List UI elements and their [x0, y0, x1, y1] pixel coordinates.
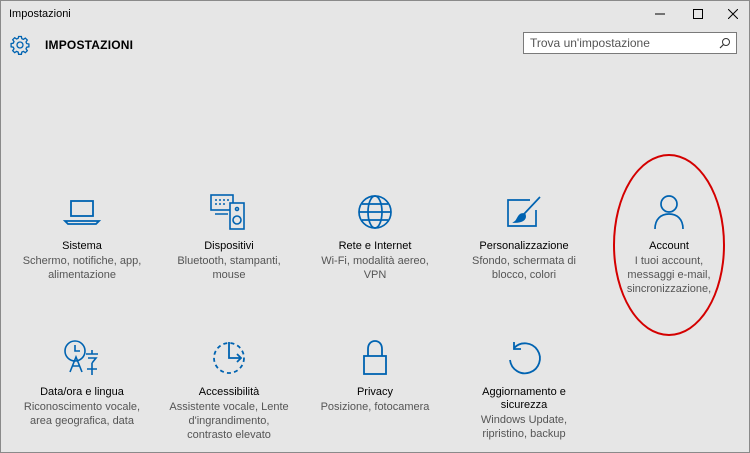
tile-title: Personalizzazione	[479, 240, 569, 252]
tile-title: Sistema	[62, 240, 102, 252]
maximize-icon	[693, 9, 703, 19]
tile-title: Dispositivi	[204, 240, 254, 252]
minimize-icon	[655, 13, 665, 15]
tile-account[interactable]: Account I tuoi account, messaggi e-mail,…	[596, 192, 742, 296]
search-icon[interactable]	[719, 37, 731, 49]
page-title: IMPOSTAZIONI	[45, 38, 134, 52]
tile-description: Schermo, notifiche, app, alimentazione	[22, 255, 142, 281]
person-icon	[654, 195, 684, 230]
minimize-button[interactable]	[642, 3, 678, 25]
accessibility-icon	[213, 342, 245, 374]
tile-personalizzazione[interactable]: Personalizzazione Sfondo, schermata di b…	[451, 192, 597, 282]
window-title: Impostazioni	[9, 8, 71, 20]
tile-description: Riconoscimento vocale, area geografica, …	[23, 401, 141, 427]
tile-title: Accessibilità	[198, 386, 260, 398]
tile-accessibilita[interactable]: Accessibilità Assistente vocale, Lente d…	[156, 338, 302, 442]
title-bar: Impostazioni	[1, 1, 749, 27]
tile-privacy[interactable]: Privacy Posizione, fotocamera	[302, 338, 448, 414]
gear-icon	[10, 35, 30, 55]
tile-data-ora-lingua[interactable]: Data/ora e lingua Riconoscimento vocale,…	[9, 338, 155, 428]
laptop-icon	[62, 200, 102, 225]
close-button[interactable]	[715, 3, 750, 25]
personalization-icon	[507, 196, 541, 227]
search-input[interactable]	[530, 35, 710, 51]
search-box[interactable]	[523, 32, 737, 54]
tile-aggiornamento-sicurezza[interactable]: Aggiornamento e sicurezza Windows Update…	[451, 338, 597, 441]
globe-icon	[358, 195, 392, 229]
tile-description: Posizione, fotocamera	[320, 401, 430, 413]
lock-icon	[363, 340, 387, 375]
tile-title: Aggiornamento e sicurezza	[482, 386, 566, 411]
tile-title: Privacy	[356, 386, 394, 398]
tile-rete-internet[interactable]: Rete e Internet Wi-Fi, modalità aereo, V…	[302, 192, 448, 282]
tile-title: Data/ora e lingua	[40, 386, 124, 398]
close-icon	[728, 9, 738, 19]
tile-title: Account	[649, 240, 689, 252]
settings-header: IMPOSTAZIONI	[1, 27, 749, 67]
tile-description: Bluetooth, stampanti, mouse	[177, 255, 281, 281]
devices-icon	[210, 194, 245, 230]
settings-window: Impostazioni IMPOSTAZIONI Trova un'impos…	[0, 0, 750, 453]
tile-description: Sfondo, schermata di blocco, colori	[472, 255, 576, 281]
tile-title: Rete e Internet	[338, 240, 412, 252]
tile-dispositivi[interactable]: Dispositivi Bluetooth, stampanti, mouse	[156, 192, 302, 282]
language-icon	[64, 340, 98, 375]
tile-description: Wi-Fi, modalità aereo, VPN	[321, 255, 429, 281]
tile-sistema[interactable]: Sistema Schermo, notifiche, app, aliment…	[9, 192, 155, 282]
maximize-button[interactable]	[680, 3, 716, 25]
tile-description: I tuoi account, messaggi e-mail, sincron…	[626, 255, 712, 295]
update-icon	[509, 342, 541, 375]
tile-description: Windows Update, ripristino, backup	[480, 414, 568, 440]
tile-description: Assistente vocale, Lente d'ingrandimento…	[169, 401, 289, 441]
